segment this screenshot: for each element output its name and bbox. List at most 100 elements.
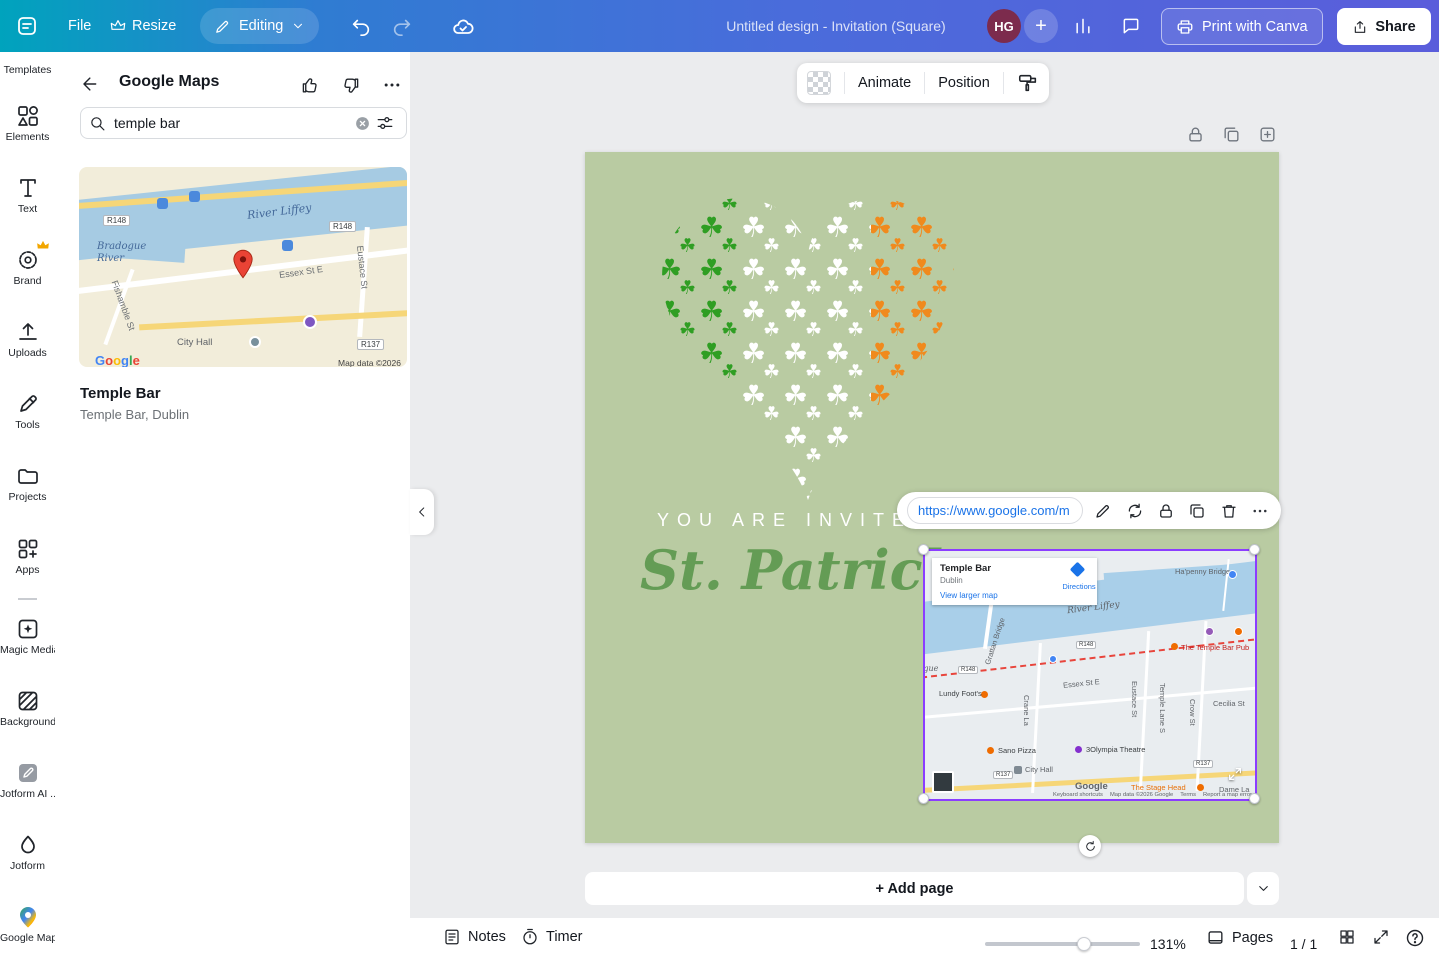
undo-button[interactable] <box>346 11 376 41</box>
zoom-level[interactable]: 131% <box>1150 936 1186 952</box>
panel-back-button[interactable] <box>75 70 103 98</box>
transit-marker <box>189 191 200 202</box>
color-roller-icon[interactable] <box>1017 72 1039 94</box>
sidebar-item-jotform-ai[interactable]: Jotform AI ... <box>0 761 55 800</box>
home-menu-button[interactable] <box>10 9 44 43</box>
search-input[interactable] <box>114 115 352 131</box>
sidebar-item-jotform[interactable]: Jotform <box>0 833 55 872</box>
thumbs-up-button[interactable] <box>295 70 325 100</box>
sidebar-item-google-maps[interactable]: Google Maps <box>0 905 55 944</box>
duplicate-element-button[interactable] <box>1186 499 1208 523</box>
clear-search-button[interactable] <box>352 113 372 133</box>
resize-handle-bottom-left[interactable] <box>918 793 929 804</box>
google-letter: o <box>113 353 121 367</box>
view-larger-map-link[interactable]: View larger map <box>940 591 998 600</box>
lock-element-button[interactable] <box>1155 499 1177 523</box>
grid-view-button[interactable] <box>1338 928 1356 946</box>
add-member-button[interactable]: + <box>1024 9 1058 43</box>
print-with-canva-button[interactable]: Print with Canva <box>1161 8 1323 45</box>
resize-button[interactable]: Resize <box>110 0 176 52</box>
resize-handle-bottom-right[interactable] <box>1249 793 1260 804</box>
pages-view-button[interactable]: Pages <box>1206 928 1273 947</box>
rail-label: Tools <box>0 419 55 431</box>
insights-button[interactable] <box>1064 7 1102 45</box>
sidebar-item-background[interactable]: Background <box>0 689 55 728</box>
road-shield: R137 <box>357 339 384 350</box>
position-button[interactable]: Position <box>938 75 990 91</box>
sidebar-item-tools[interactable]: Tools <box>0 392 55 431</box>
delete-element-button[interactable] <box>1217 499 1239 523</box>
canva-home-icon <box>15 14 39 38</box>
crop-resize-icon[interactable] <box>1227 766 1243 782</box>
redo-button[interactable] <box>387 11 417 41</box>
zoom-slider-handle[interactable] <box>1077 937 1091 951</box>
sidebar-item-text[interactable]: Text <box>0 176 55 215</box>
terms-link[interactable]: Terms <box>1180 792 1196 798</box>
share-button[interactable]: Share <box>1337 8 1431 45</box>
bradogue-label: Bradogue River <box>97 241 155 265</box>
file-menu[interactable]: File <box>62 0 97 52</box>
resize-handle-top-left[interactable] <box>918 544 929 555</box>
pages-label: Pages <box>1232 930 1273 946</box>
fullscreen-button[interactable] <box>1372 928 1390 946</box>
sidebar-item-brand[interactable]: Brand <box>0 248 55 287</box>
add-page-dropdown-button[interactable] <box>1247 872 1279 905</box>
bar-chart-icon <box>1073 16 1093 36</box>
transit-marker <box>282 240 293 251</box>
add-page-icon-button[interactable] <box>1255 122 1279 146</box>
keyboard-shortcuts-link[interactable]: Keyboard shortcuts <box>1053 792 1103 798</box>
timer-button[interactable]: Timer <box>521 928 583 946</box>
google-maps-panel: Google Maps <box>55 52 410 959</box>
background-color-button[interactable] <box>807 71 831 95</box>
map-result-thumbnail[interactable]: River Liffey Bradogue River Essex St E E… <box>79 167 407 367</box>
sidebar-item-templates[interactable]: Templates <box>0 64 55 76</box>
result-title[interactable]: Temple Bar <box>80 385 161 402</box>
help-icon <box>1405 928 1425 948</box>
report-error-link[interactable]: Report a map error <box>1203 792 1252 798</box>
duplicate-page-button[interactable] <box>1219 122 1243 146</box>
refresh-icon <box>1126 502 1144 520</box>
print-label: Print with Canva <box>1202 19 1308 35</box>
resize-handle-top-right[interactable] <box>1249 544 1260 555</box>
search-filter-button[interactable] <box>372 110 398 136</box>
thumbs-down-button[interactable] <box>335 70 365 100</box>
edit-link-button[interactable] <box>1092 499 1114 523</box>
design-title[interactable]: Untitled design - Invitation (Square) <box>660 18 1012 34</box>
comments-button[interactable] <box>1112 7 1150 45</box>
directions-link[interactable]: Directions <box>1056 582 1102 591</box>
transit-marker <box>157 198 168 209</box>
poi-cityhall-marker <box>249 336 261 348</box>
add-page-button[interactable]: + Add page <box>585 872 1244 905</box>
sidebar-item-apps[interactable]: Apps <box>0 537 55 576</box>
help-button[interactable] <box>1405 928 1425 948</box>
timer-label: Timer <box>546 929 583 945</box>
avatar[interactable]: HG <box>987 9 1021 43</box>
panel-collapse-button[interactable] <box>410 489 434 535</box>
rail-label: Text <box>0 203 55 215</box>
sidebar-item-magic-media[interactable]: Magic Media <box>0 617 55 656</box>
sidebar-item-uploads[interactable]: Uploads <box>0 320 55 359</box>
rotate-handle[interactable] <box>1079 835 1101 857</box>
notes-button[interactable]: Notes <box>443 928 506 946</box>
lock-page-button[interactable] <box>1183 122 1207 146</box>
object-toolbar: Animate Position <box>797 63 1049 103</box>
sidebar-item-projects[interactable]: Projects <box>0 464 55 503</box>
satellite-layer-toggle[interactable] <box>932 771 954 793</box>
map-url-chip[interactable]: https://www.google.com/m <box>907 497 1083 524</box>
google-watermark: Google <box>1075 781 1108 792</box>
panel-more-button[interactable] <box>377 70 407 100</box>
zoom-slider-track[interactable] <box>985 942 1140 946</box>
search-icon <box>89 115 106 132</box>
refresh-map-button[interactable] <box>1124 499 1146 523</box>
sidebar-item-elements[interactable]: Elements <box>0 104 55 143</box>
editing-mode-dropdown[interactable]: Editing <box>200 8 319 44</box>
apps-icon <box>16 537 40 561</box>
embedded-google-map[interactable]: River Liffey Bradogue River Essex St E E… <box>925 551 1255 799</box>
animate-button[interactable]: Animate <box>858 75 911 91</box>
rail-label: Background <box>0 716 55 728</box>
element-more-button[interactable] <box>1249 499 1271 523</box>
poi-dot <box>1171 643 1178 650</box>
street-label: Eustace St <box>1130 681 1139 717</box>
road-shield: R148 <box>1076 641 1096 649</box>
directions-icon[interactable] <box>1070 562 1086 578</box>
